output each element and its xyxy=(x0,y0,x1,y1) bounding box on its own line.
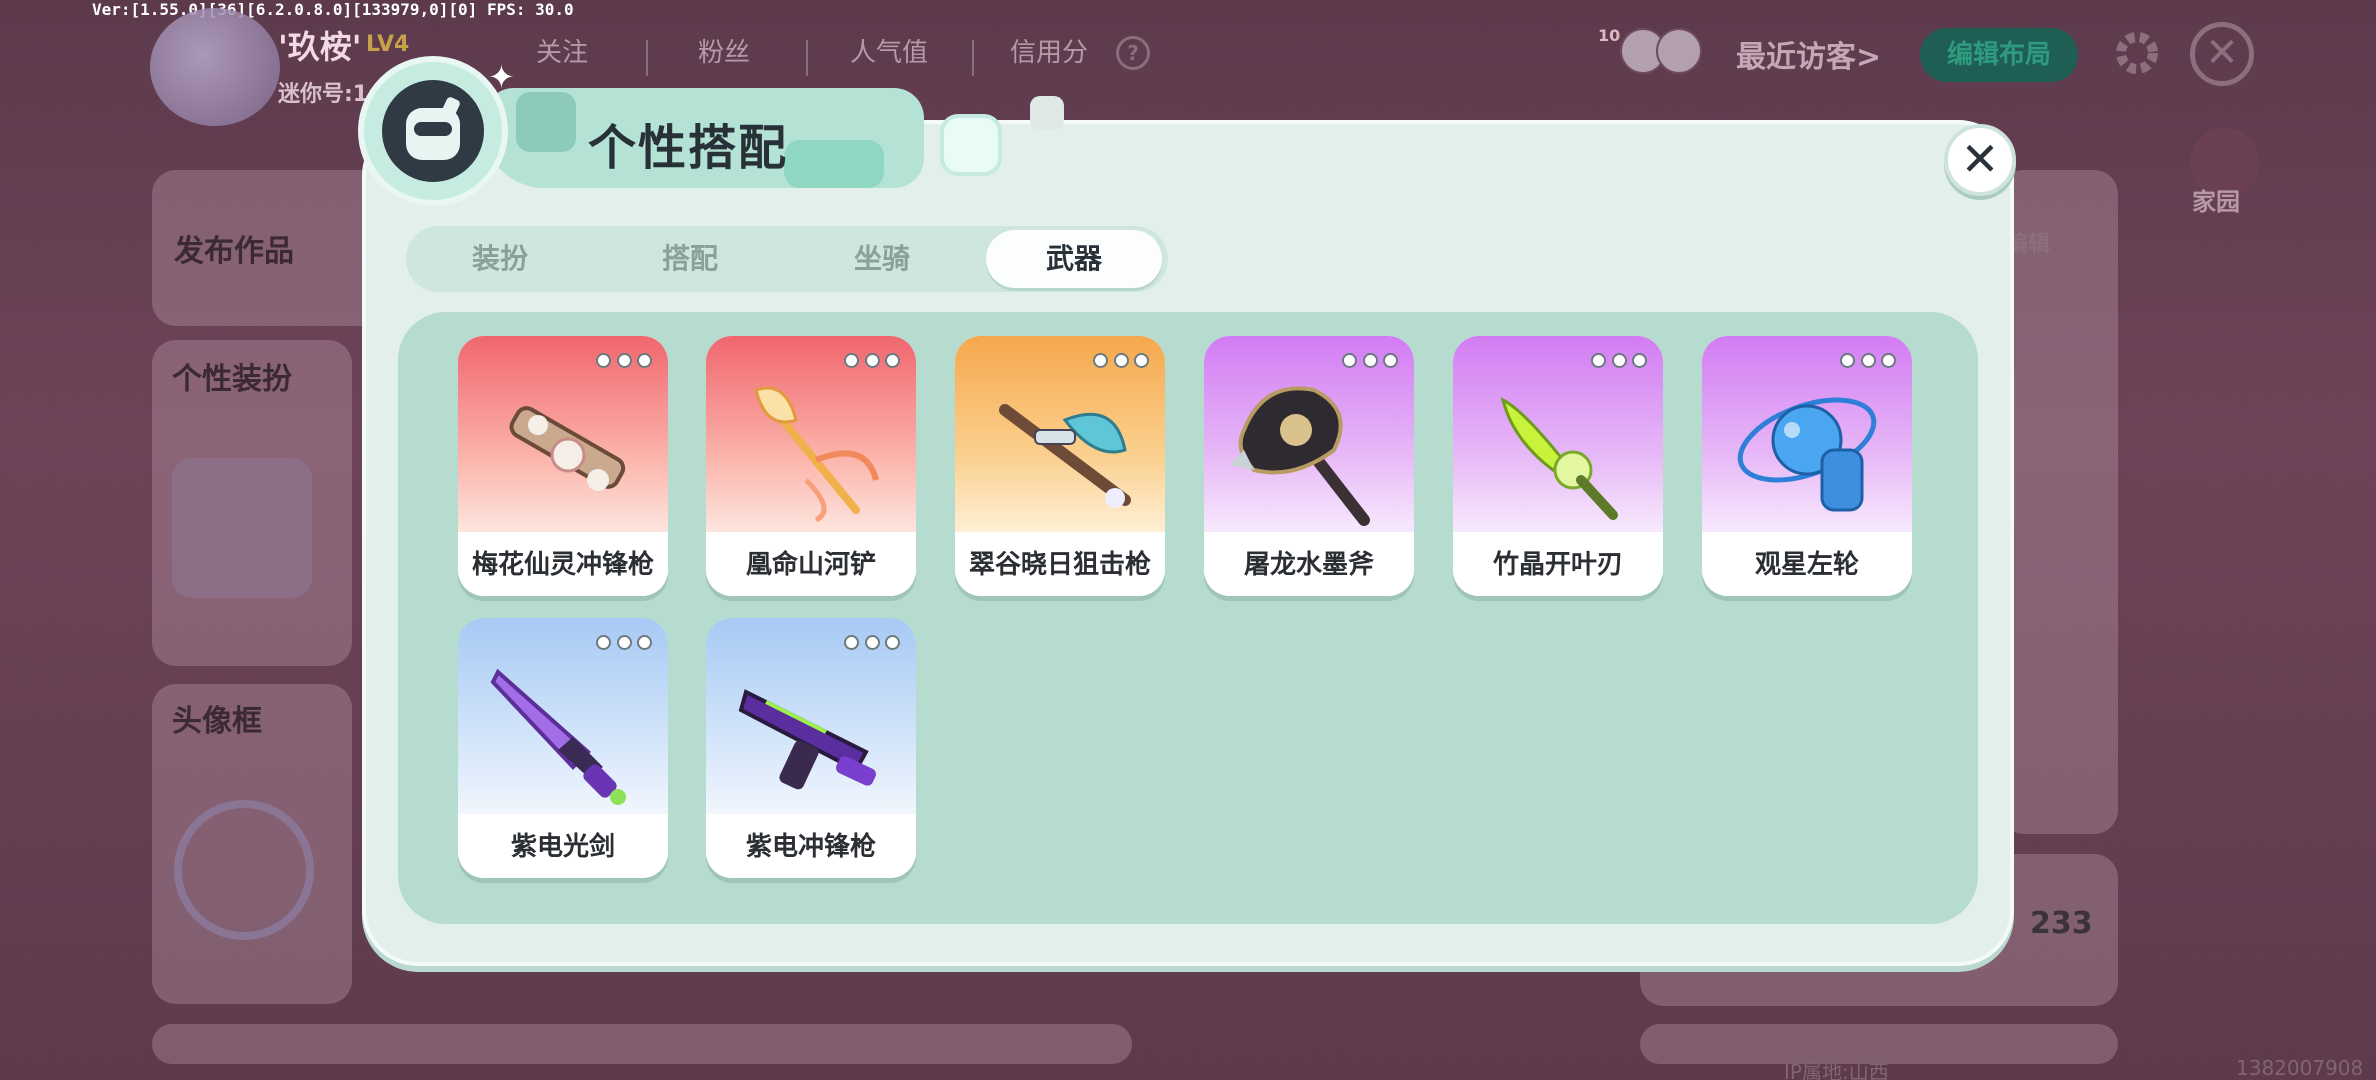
user-uid: 1382007908 xyxy=(2236,1056,2364,1080)
avatar-frame-title: 头像框 xyxy=(172,704,262,739)
stat-divider xyxy=(806,40,808,76)
weapon-name: 屠龙水墨斧 xyxy=(1243,550,1374,580)
debug-version-text: Ver:[1.55.0][36][6.2.0.8.0][133979,0][0]… xyxy=(92,0,574,19)
weapon-item-card[interactable]: 竹晶开叶刃 xyxy=(1453,336,1663,596)
weapon-name: 紫电冲锋枪 xyxy=(745,832,876,862)
username: '玖桉' xyxy=(278,28,362,66)
phoenix-spade-icon xyxy=(726,370,896,530)
weapon-name: 翠谷晓日狙击枪 xyxy=(968,550,1151,580)
purple-sword-icon xyxy=(478,652,648,812)
weapon-item-card[interactable]: 紫电冲锋枪 xyxy=(706,618,916,878)
weapon-item-card[interactable]: 观星左轮 xyxy=(1702,336,1912,596)
stat-follow-label[interactable]: 关注 xyxy=(536,32,588,69)
more-options-button[interactable] xyxy=(844,348,900,372)
title-decoration xyxy=(516,92,576,152)
weapon-item-card[interactable]: 翠谷晓日狙击枪 xyxy=(955,336,1165,596)
title-decoration xyxy=(940,114,1002,176)
more-options-button[interactable] xyxy=(596,348,652,372)
title-decoration xyxy=(1030,96,1064,130)
dragon-axe-icon xyxy=(1224,370,1394,530)
weapon-item-card[interactable]: 凰命山河铲 xyxy=(706,336,916,596)
home-label: 家园 xyxy=(2192,188,2240,216)
recent-visitors-link[interactable]: 最近访客> xyxy=(1736,32,1881,76)
right-card xyxy=(2000,170,2118,834)
outfit-title: 个性装扮 xyxy=(172,362,292,397)
visitor-count-badge: 10 xyxy=(1598,26,1621,45)
mini-id: 迷你号:1 xyxy=(278,82,369,107)
visitor-avatar xyxy=(1656,28,1702,74)
weapon-name: 梅花仙灵冲锋枪 xyxy=(471,550,654,580)
more-options-button[interactable] xyxy=(844,630,900,654)
title-decoration xyxy=(784,140,884,188)
tab-combo[interactable]: 搭配 xyxy=(602,230,778,288)
more-options-button[interactable] xyxy=(1342,348,1398,372)
stat-divider xyxy=(972,40,974,76)
sniper-rifle-icon xyxy=(975,370,1145,530)
more-options-button[interactable] xyxy=(1840,348,1896,372)
weapon-name: 凰命山河铲 xyxy=(745,550,876,580)
stat-credit-label[interactable]: 信用分 xyxy=(1010,32,1088,69)
weapon-item-card[interactable]: 梅花仙灵冲锋枪 xyxy=(458,336,668,596)
weapon-item-card[interactable]: 屠龙水墨斧 xyxy=(1204,336,1414,596)
user-level: LV4 xyxy=(366,32,410,57)
close-button[interactable]: ✕ xyxy=(1944,124,2016,196)
robot-mascot-icon xyxy=(358,56,508,206)
stat-divider xyxy=(646,40,648,76)
outfit-thumbnail[interactable] xyxy=(172,458,312,598)
modal-title: 个性搭配 xyxy=(588,120,789,176)
category-tabs: 装扮 搭配 坐骑 武器 xyxy=(406,226,1168,292)
tab-mount[interactable]: 坐骑 xyxy=(794,230,970,288)
avatar-frame-thumbnail[interactable] xyxy=(174,800,314,940)
bottom-card xyxy=(152,1024,1132,1064)
tab-outfit[interactable]: 装扮 xyxy=(412,230,588,288)
ip-location: IP属地:山西 xyxy=(1784,1060,1889,1080)
stat-popularity-label[interactable]: 人气值 xyxy=(850,32,928,69)
help-icon[interactable]: ? xyxy=(1116,36,1150,70)
weapon-name: 竹晶开叶刃 xyxy=(1492,550,1623,580)
close-page-icon[interactable]: ✕ xyxy=(2190,22,2254,86)
gear-icon[interactable] xyxy=(2112,28,2162,78)
edit-layout-button[interactable]: 编辑布局 xyxy=(1920,28,2078,82)
publish-title: 发布作品 xyxy=(174,234,294,269)
flower-gun-icon xyxy=(478,370,648,530)
weapon-name: 观星左轮 xyxy=(1754,550,1859,580)
count-value: 233 xyxy=(2030,906,2093,941)
crystal-blade-icon xyxy=(1473,370,1643,530)
stat-fans-label[interactable]: 粉丝 xyxy=(698,32,750,69)
tab-weapon[interactable]: 武器 xyxy=(986,230,1162,288)
purple-smg-icon xyxy=(726,652,896,812)
more-options-button[interactable] xyxy=(596,630,652,654)
weapon-name: 紫电光剑 xyxy=(510,832,615,862)
more-options-button[interactable] xyxy=(1591,348,1647,372)
weapon-item-card[interactable]: 紫电光剑 xyxy=(458,618,668,878)
avatar[interactable] xyxy=(150,8,280,126)
more-options-button[interactable] xyxy=(1093,348,1149,372)
star-revolver-icon xyxy=(1722,370,1892,530)
